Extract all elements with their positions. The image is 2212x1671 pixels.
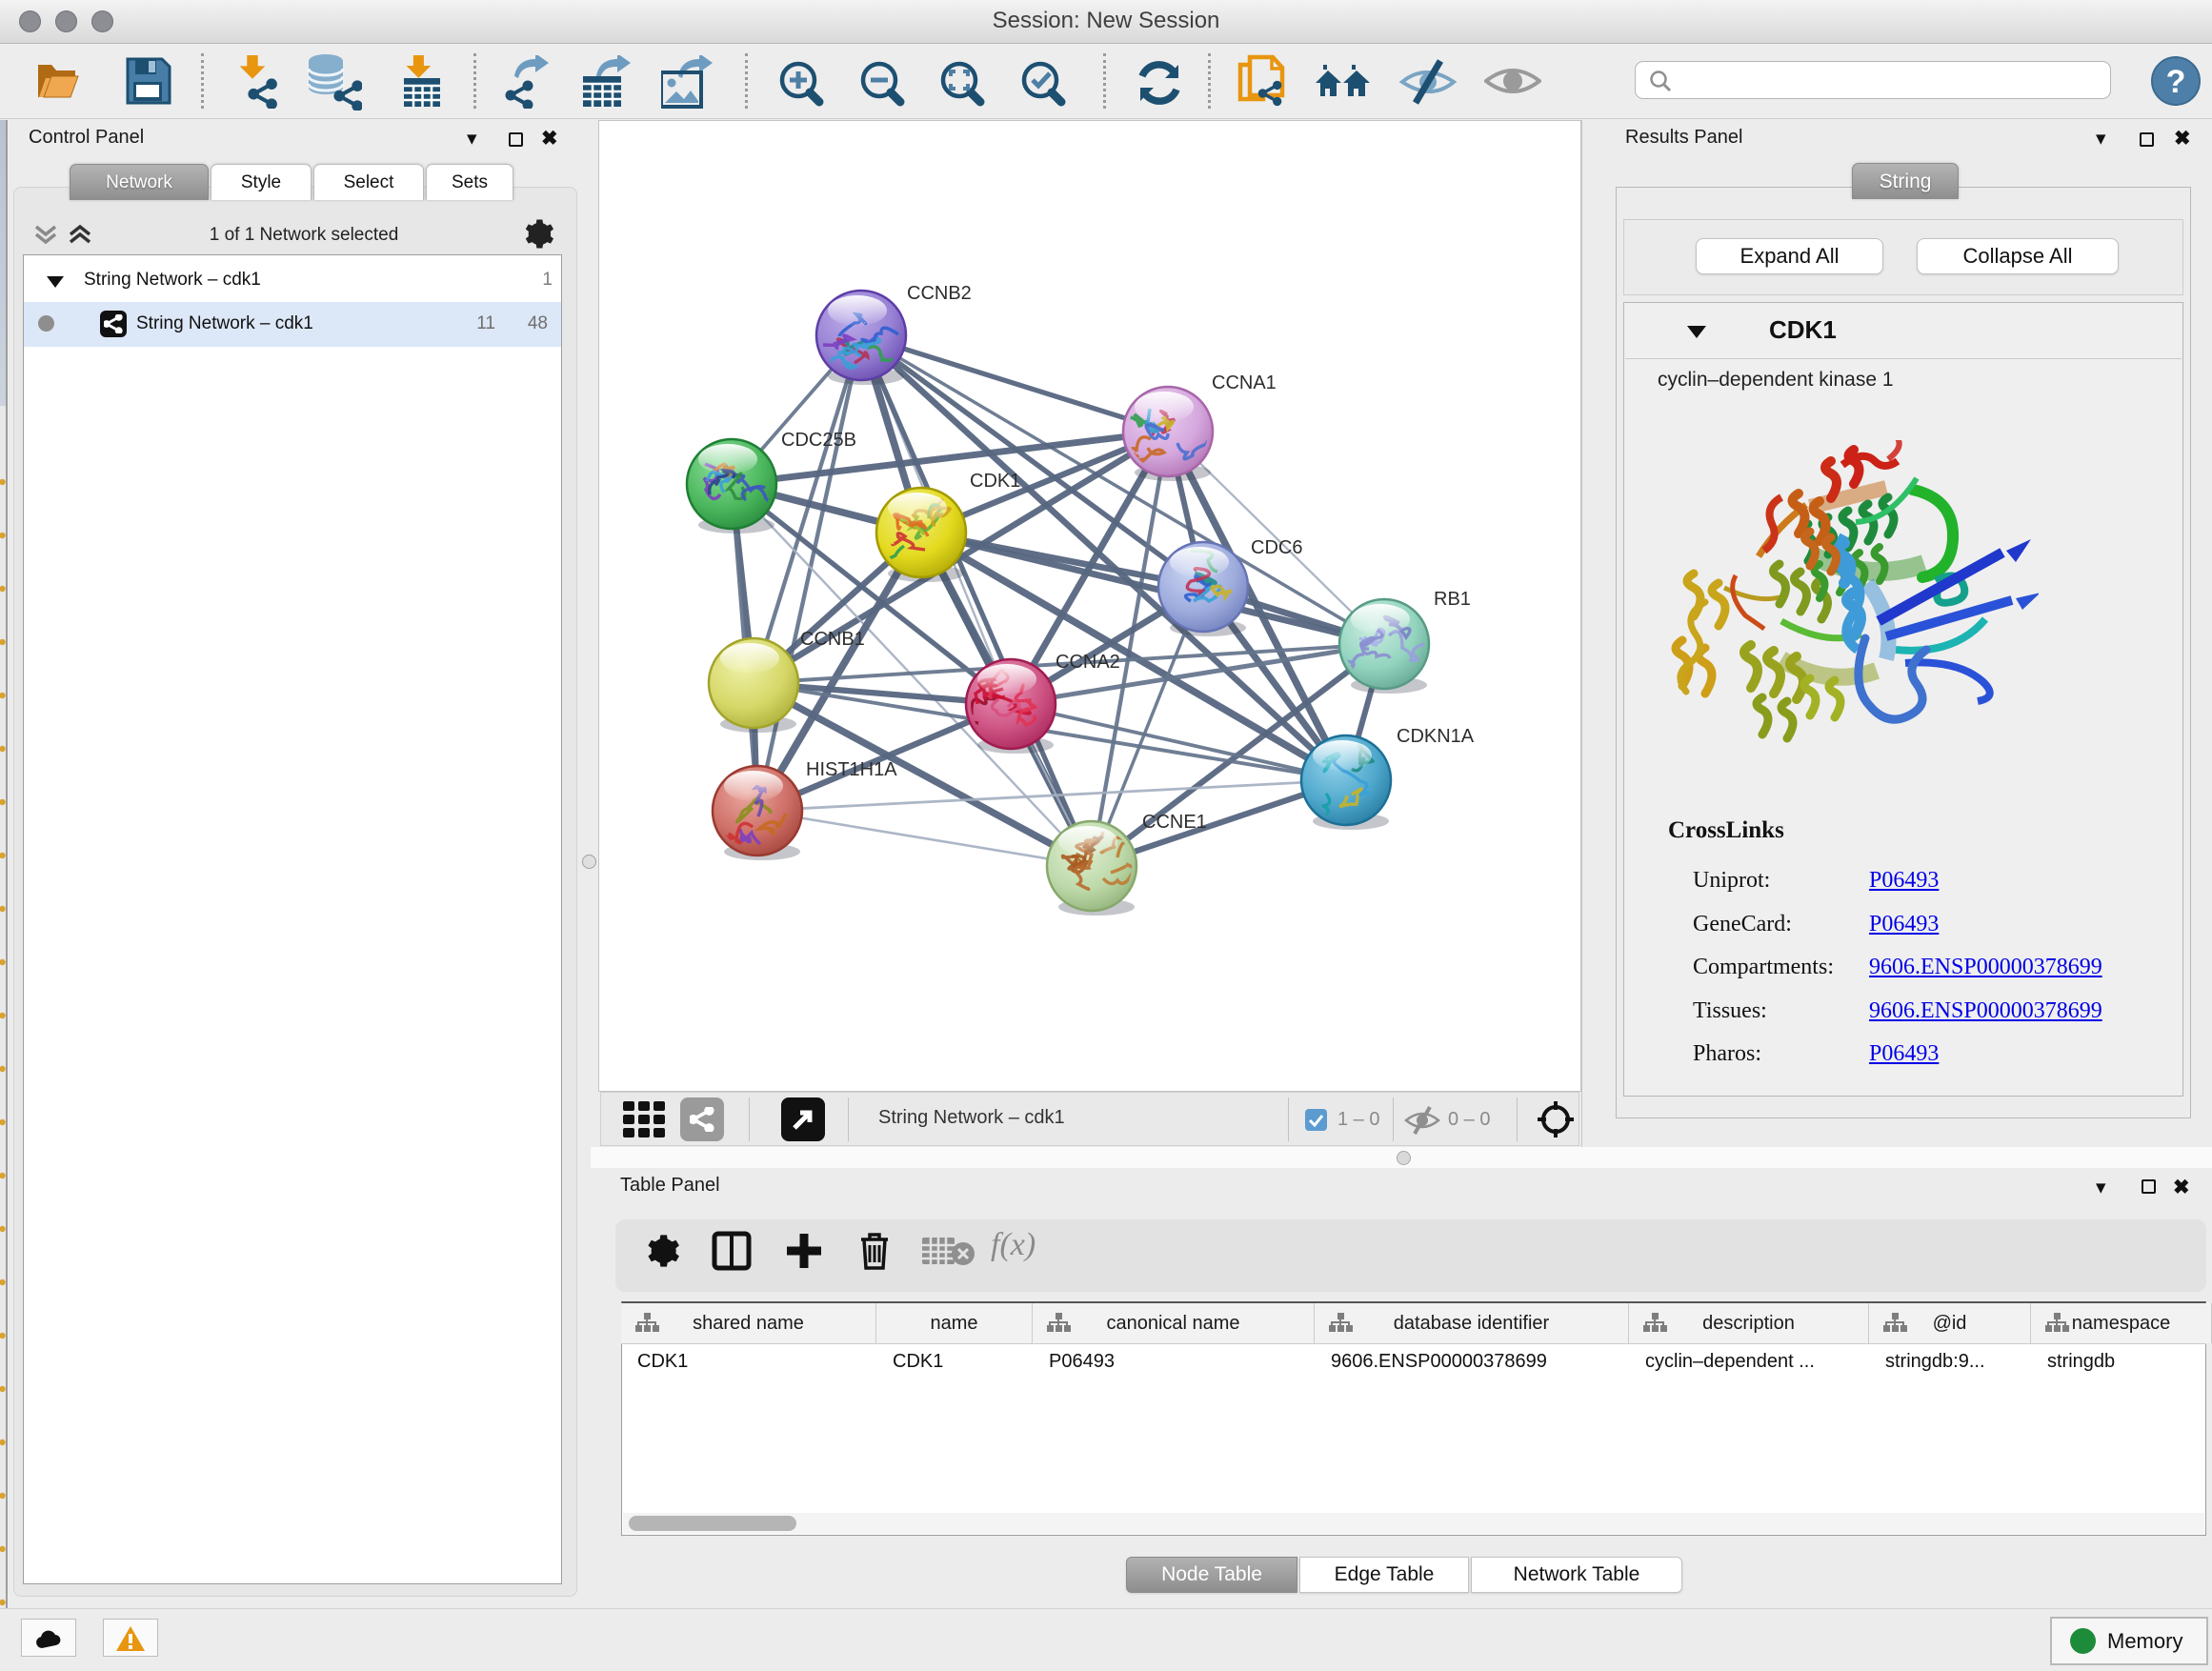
svg-text:CDK1: CDK1 [970,471,1020,492]
svg-text:RB1: RB1 [1434,589,1471,610]
svg-text:CDC25B: CDC25B [781,430,856,451]
svg-text:CDC6: CDC6 [1251,537,1302,558]
svg-text:CDKN1A: CDKN1A [1397,726,1475,747]
svg-text:CCNA1: CCNA1 [1212,372,1277,393]
svg-text:CCNA2: CCNA2 [1056,652,1120,673]
svg-text:CCNB2: CCNB2 [907,283,972,304]
svg-text:CCNB1: CCNB1 [800,629,865,650]
svg-text:CCNE1: CCNE1 [1142,812,1207,833]
svg-text:HIST1H1A: HIST1H1A [806,759,897,780]
